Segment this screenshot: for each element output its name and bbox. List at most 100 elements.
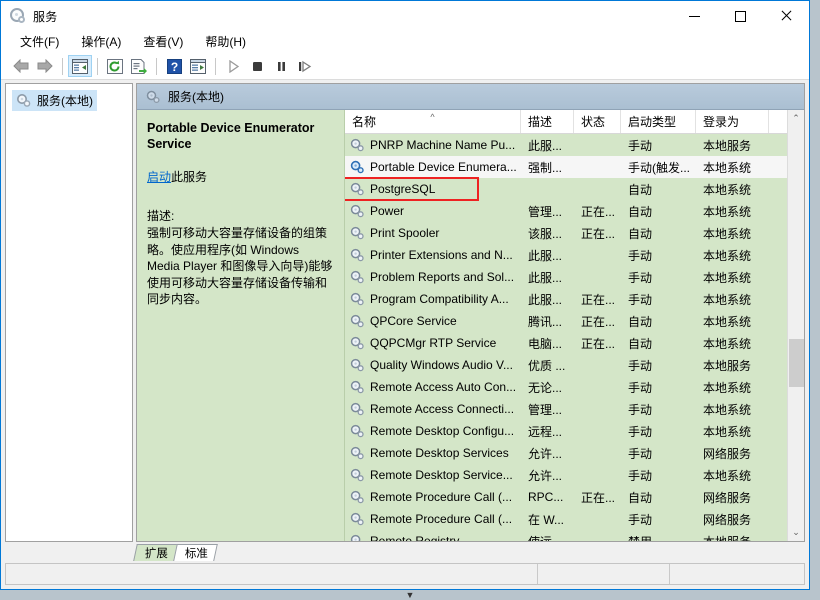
table-row[interactable]: QPCore Service腾讯...正在...自动本地系统 [345, 310, 787, 332]
table-row[interactable]: Remote Desktop Configu...远程...手动本地系统 [345, 420, 787, 442]
cell-startup: 手动 [621, 442, 696, 464]
toolbar-separator [156, 58, 157, 75]
start-service-icon[interactable] [221, 55, 245, 77]
services-window: 服务 文件(F) 操作(A) 查看(V) 帮助(H) [0, 0, 810, 590]
column-header-name[interactable]: ^名称 [345, 110, 521, 133]
minimize-button[interactable] [671, 1, 717, 31]
menu-view[interactable]: 查看(V) [134, 31, 192, 52]
cell-name: Remote Desktop Service... [345, 464, 521, 486]
cell-startup: 手动 [621, 376, 696, 398]
menu-action[interactable]: 操作(A) [72, 31, 130, 52]
column-header-logon-as[interactable]: 登录为 [696, 110, 769, 133]
toolbar-separator [62, 58, 63, 75]
cell-name: Print Spooler [345, 222, 521, 244]
table-row[interactable]: QQPCMgr RTP Service电脑...正在...自动本地系统 [345, 332, 787, 354]
table-row[interactable]: Power管理...正在...自动本地系统 [345, 200, 787, 222]
menu-bar: 文件(F) 操作(A) 查看(V) 帮助(H) [1, 31, 809, 53]
outer-scroll-indicator[interactable]: ▼ [0, 590, 820, 600]
cell-startup: 手动 [621, 244, 696, 266]
window-title: 服务 [33, 8, 58, 25]
table-row[interactable]: Remote Desktop Services允许...手动网络服务 [345, 442, 787, 464]
start-service-link[interactable]: 启动 [147, 170, 171, 184]
service-gear-icon [350, 336, 366, 351]
properties-icon[interactable] [186, 55, 210, 77]
scroll-down-button[interactable]: ⌄ [788, 524, 804, 541]
table-row[interactable]: Printer Extensions and N...此服...手动本地系统 [345, 244, 787, 266]
scroll-thumb[interactable] [789, 339, 804, 387]
cell-logon: 网络服务 [696, 442, 769, 464]
service-gear-icon [350, 204, 366, 219]
cell-startup: 手动 [621, 266, 696, 288]
cell-status: 正在... [574, 486, 621, 508]
services-gear-icon [10, 8, 26, 24]
pause-service-icon[interactable] [269, 55, 293, 77]
cell-status [574, 420, 621, 442]
table-row[interactable]: PostgreSQL自动本地系统 [345, 178, 787, 200]
table-row[interactable]: Remote Desktop Service...允许...手动本地系统 [345, 464, 787, 486]
cell-status: 正在... [574, 310, 621, 332]
cell-desc: RPC... [521, 486, 574, 508]
service-name-text: QPCore Service [370, 314, 457, 328]
vertical-scrollbar[interactable]: ⌃ ⌄ [787, 110, 804, 541]
service-name-text: Print Spooler [370, 226, 439, 240]
cell-startup: 自动 [621, 222, 696, 244]
restart-service-icon[interactable] [293, 55, 317, 77]
menu-help[interactable]: 帮助(H) [196, 31, 255, 52]
status-cell-3 [670, 564, 804, 584]
cell-name: Remote Access Auto Con... [345, 376, 521, 398]
console-tree-pane: 服务(本地) [5, 83, 133, 542]
column-header-startup-type[interactable]: 启动类型 [621, 110, 696, 133]
cell-logon: 本地服务 [696, 134, 769, 156]
cell-startup: 自动 [621, 310, 696, 332]
cell-name: PNRP Machine Name Pu... [345, 134, 521, 156]
maximize-button[interactable] [717, 1, 763, 31]
forward-arrow-icon[interactable] [33, 55, 57, 77]
service-detail-panel: Portable Device Enumerator Service 启动此服务… [137, 110, 344, 541]
service-name-text: Remote Desktop Configu... [370, 424, 514, 438]
cell-desc: 腾讯... [521, 310, 574, 332]
pane-header: 服务(本地) [137, 84, 804, 110]
help-icon[interactable]: ? [162, 55, 186, 77]
column-header-status[interactable]: 状态 [574, 110, 621, 133]
window-controls [671, 1, 809, 31]
scroll-up-button[interactable]: ⌃ [788, 110, 804, 127]
menu-file[interactable]: 文件(F) [11, 31, 68, 52]
tab-standard[interactable]: 标准 [173, 544, 218, 561]
cell-startup: 手动 [621, 134, 696, 156]
cell-logon: 本地服务 [696, 530, 769, 541]
status-cell-main [6, 564, 538, 584]
cell-startup: 自动 [621, 200, 696, 222]
cell-desc: 此服... [521, 288, 574, 310]
cell-desc: 管理... [521, 200, 574, 222]
cell-logon: 本地系统 [696, 156, 769, 178]
stop-service-icon[interactable] [245, 55, 269, 77]
chevron-down-icon: ▼ [406, 591, 415, 600]
cell-status: 正在... [574, 332, 621, 354]
close-button[interactable] [763, 1, 809, 31]
table-row[interactable]: Remote Access Auto Con...无论...手动本地系统 [345, 376, 787, 398]
cell-status [574, 442, 621, 464]
scroll-track[interactable] [788, 127, 804, 524]
tab-extended[interactable]: 扩展 [133, 544, 178, 561]
refresh-icon[interactable] [103, 55, 127, 77]
status-cell-2 [538, 564, 670, 584]
cell-desc: 电脑... [521, 332, 574, 354]
export-list-icon[interactable] [127, 55, 151, 77]
table-row[interactable]: Remote Access Connecti...管理...手动本地系统 [345, 398, 787, 420]
table-row[interactable]: Print Spooler该服...正在...自动本地系统 [345, 222, 787, 244]
table-row[interactable]: PNRP Machine Name Pu...此服...手动本地服务 [345, 134, 787, 156]
sidebar-item-services-local[interactable]: 服务(本地) [12, 90, 97, 111]
view-tabs: 扩展 标准 [1, 542, 809, 561]
table-row[interactable]: Remote Registry使远...禁用本地服务 [345, 530, 787, 541]
cell-startup: 手动 [621, 398, 696, 420]
table-row[interactable]: Remote Procedure Call (...RPC...正在...自动网… [345, 486, 787, 508]
show-hide-tree-icon[interactable] [68, 55, 92, 77]
table-row[interactable]: Portable Device Enumera...强制...手动(触发...本… [345, 156, 787, 178]
back-arrow-icon[interactable] [9, 55, 33, 77]
service-name-text: Remote Desktop Service... [370, 468, 513, 482]
column-header-description[interactable]: 描述 [521, 110, 574, 133]
table-row[interactable]: Remote Procedure Call (...在 W...手动网络服务 [345, 508, 787, 530]
table-row[interactable]: Quality Windows Audio V...优质 ...手动本地服务 [345, 354, 787, 376]
table-row[interactable]: Problem Reports and Sol...此服...手动本地系统 [345, 266, 787, 288]
table-row[interactable]: Program Compatibility A...此服...正在...手动本地… [345, 288, 787, 310]
